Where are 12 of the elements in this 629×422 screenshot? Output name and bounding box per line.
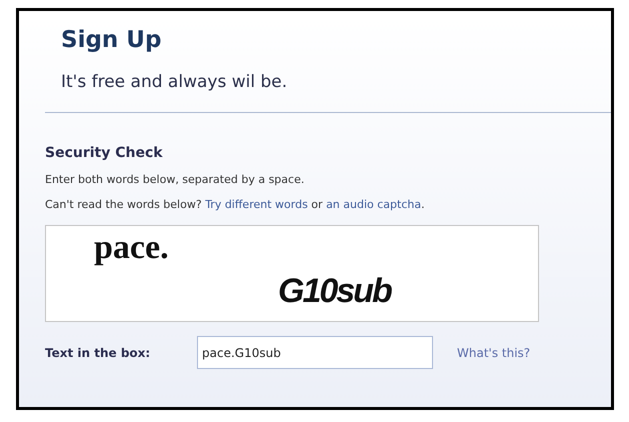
section-heading: Security Check xyxy=(45,144,164,163)
page-title: Sign Up xyxy=(61,26,162,55)
captcha-input[interactable]: pace.G10sub xyxy=(197,336,433,369)
help-link[interactable]: Try different words xyxy=(205,198,308,211)
help-link[interactable]: an audio captcha xyxy=(326,198,422,211)
whats-this-link[interactable]: What's this? xyxy=(457,344,530,362)
captcha-word: G10sub xyxy=(278,271,391,312)
instruction-text: Enter both words below, separated by a space. xyxy=(45,172,306,188)
captcha-word: pace. xyxy=(94,228,169,268)
help-text: Can't read the words below? Try different words or an audio captcha. xyxy=(45,197,426,213)
subtitle: It's free and always wil be. xyxy=(61,71,288,94)
field-label: Text in the box: xyxy=(45,344,152,362)
